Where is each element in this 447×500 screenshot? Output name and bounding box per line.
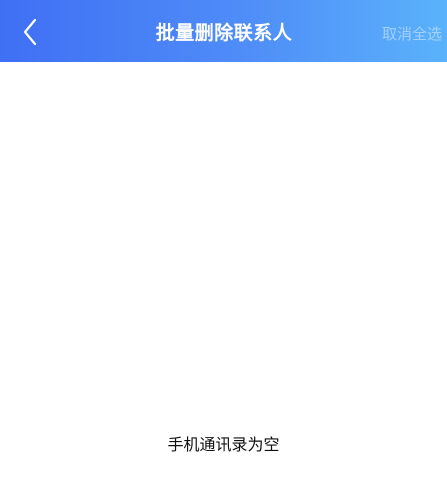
empty-state-message: 手机通讯录为空 xyxy=(167,435,280,454)
contact-list-area: 手机通讯录为空 xyxy=(0,62,447,500)
top-bar: 批量删除联系人 取消全选 xyxy=(0,0,447,62)
page-title: 批量删除联系人 xyxy=(155,22,293,44)
back-button[interactable] xyxy=(14,15,48,49)
chevron-left-icon xyxy=(23,18,37,46)
deselect-all-button[interactable]: 取消全选 xyxy=(356,24,442,44)
